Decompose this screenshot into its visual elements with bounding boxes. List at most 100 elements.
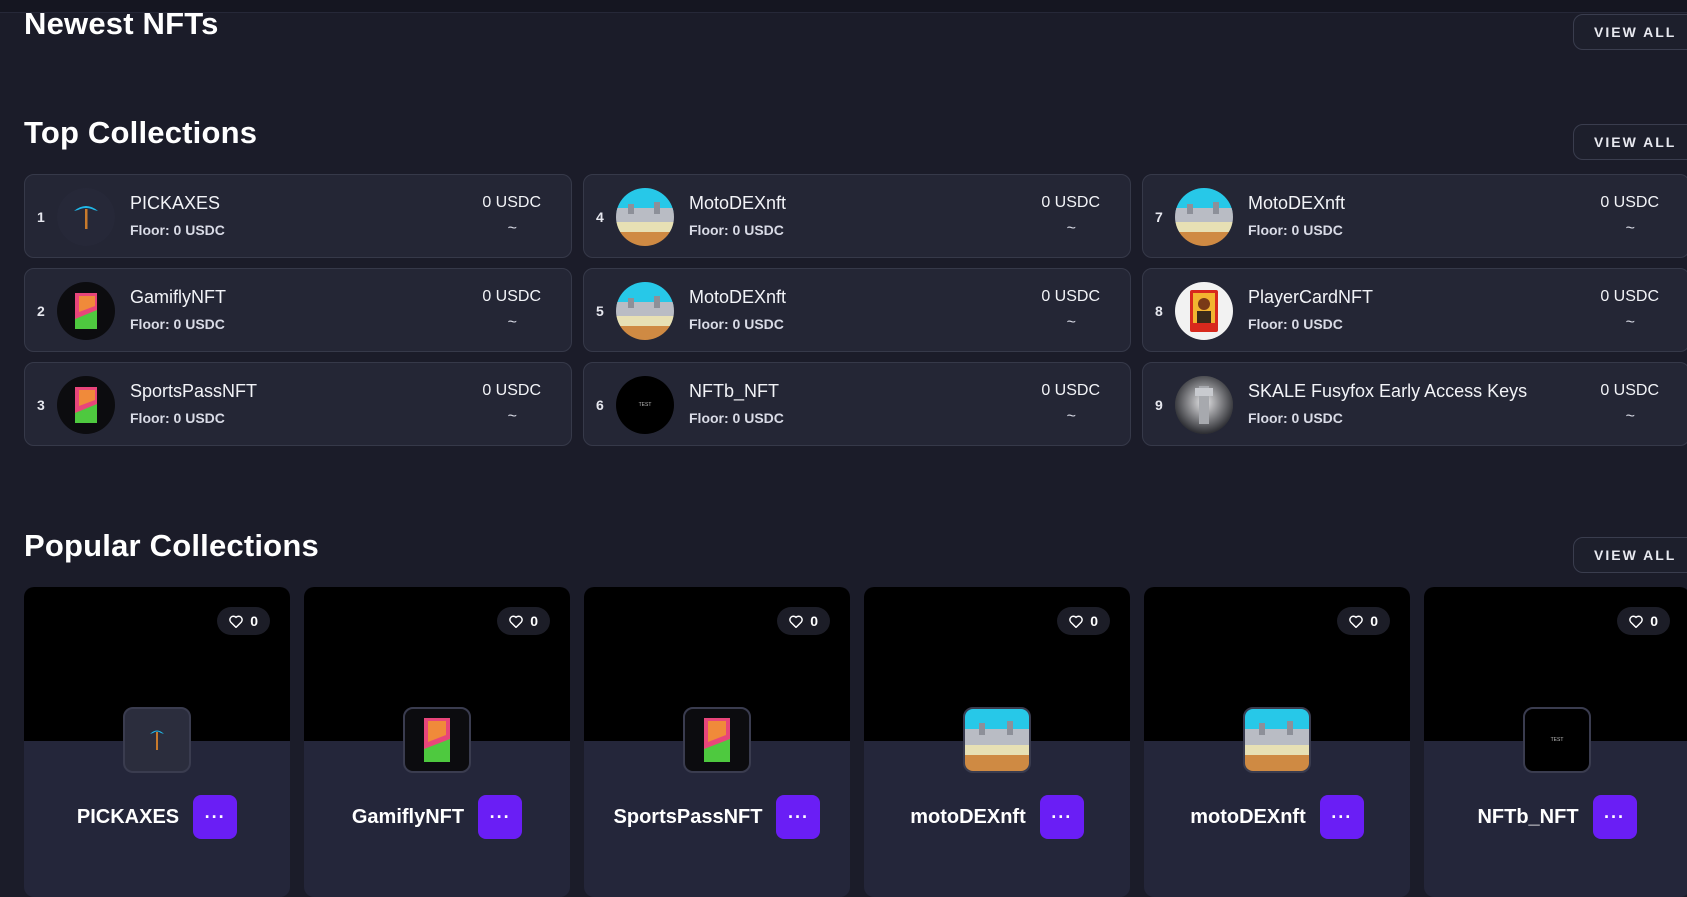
rank-number: 7 xyxy=(1155,209,1163,225)
like-count: 0 xyxy=(810,613,818,629)
change-value: ~ xyxy=(1625,220,1635,237)
view-all-popular-button[interactable]: VIEW ALL xyxy=(1573,537,1687,573)
popular-collection-card[interactable]: 0 PICKAXES ··· xyxy=(24,587,290,897)
volume-value: 0 USDC xyxy=(482,382,541,399)
like-button[interactable]: 0 xyxy=(1057,607,1110,635)
change-value: ~ xyxy=(1066,314,1076,331)
player-icon xyxy=(1175,282,1233,340)
pickaxe-icon xyxy=(123,707,191,773)
popular-collection-card[interactable]: 0 motoDEXnft ··· xyxy=(864,587,1130,897)
rank-number: 3 xyxy=(37,397,45,413)
like-button[interactable]: 0 xyxy=(1617,607,1670,635)
rank-number: 8 xyxy=(1155,303,1163,319)
collection-name: MotoDEXnft xyxy=(689,193,787,213)
arena-icon xyxy=(1175,188,1233,246)
popular-collections-title: Popular Collections xyxy=(24,528,319,563)
pickaxe-icon xyxy=(57,188,115,246)
collection-name: MotoDEXnft xyxy=(1248,193,1346,213)
change-value: ~ xyxy=(1625,314,1635,331)
floor-price: Floor: 0 USDC xyxy=(1248,410,1343,426)
like-button[interactable]: 0 xyxy=(1337,607,1390,635)
collection-name: NFTb_NFT xyxy=(689,381,779,401)
like-count: 0 xyxy=(530,613,538,629)
view-all-top-button[interactable]: VIEW ALL xyxy=(1573,124,1687,160)
like-count: 0 xyxy=(1090,613,1098,629)
top-collection-card[interactable]: 8 PlayerCardNFT Floor: 0 USDC 0 USDC ~ xyxy=(1142,268,1687,352)
floor-price: Floor: 0 USDC xyxy=(689,222,784,238)
collection-name: SKALE Fusyfox Early Access Keys xyxy=(1248,381,1528,401)
top-collection-card[interactable]: 3 SportsPassNFT Floor: 0 USDC 0 USDC ~ xyxy=(24,362,572,446)
collection-name: MotoDEXnft xyxy=(689,287,787,307)
arena-icon xyxy=(963,707,1031,773)
more-options-button[interactable]: ··· xyxy=(1592,795,1637,839)
like-count: 0 xyxy=(250,613,258,629)
collection-name: GamiflyNFT xyxy=(351,805,465,828)
volume-value: 0 USDC xyxy=(1600,194,1659,211)
more-options-button[interactable]: ··· xyxy=(1039,795,1084,839)
heart-icon xyxy=(1629,615,1644,628)
more-options-button[interactable]: ··· xyxy=(193,795,238,839)
card-icon xyxy=(683,707,751,773)
collection-name: PICKAXES xyxy=(130,193,221,213)
test-icon: TEST xyxy=(1523,707,1591,773)
top-collection-card[interactable]: 5 MotoDEXnft Floor: 0 USDC 0 USDC ~ xyxy=(583,268,1131,352)
top-collection-card[interactable]: 9 SKALE Fusyfox Early Access Keys Floor:… xyxy=(1142,362,1687,446)
top-collection-card[interactable]: 4 MotoDEXnft Floor: 0 USDC 0 USDC ~ xyxy=(583,174,1131,258)
like-button[interactable]: 0 xyxy=(217,607,270,635)
like-count: 0 xyxy=(1370,613,1378,629)
view-all-newest-button[interactable]: VIEW ALL xyxy=(1573,14,1687,50)
card-icon xyxy=(57,376,115,434)
volume-value: 0 USDC xyxy=(1600,382,1659,399)
popular-collection-card[interactable]: 0 motoDEXnft ··· xyxy=(1144,587,1410,897)
floor-price: Floor: 0 USDC xyxy=(1248,316,1343,332)
more-options-button[interactable]: ··· xyxy=(1319,795,1364,839)
change-value: ~ xyxy=(1625,408,1635,425)
volume-value: 0 USDC xyxy=(1041,382,1100,399)
top-bar xyxy=(0,0,1687,13)
top-collection-card[interactable]: 1 PICKAXES Floor: 0 USDC 0 USDC ~ xyxy=(24,174,572,258)
rank-number: 1 xyxy=(37,209,45,225)
volume-value: 0 USDC xyxy=(1041,288,1100,305)
popular-collection-card[interactable]: 0 GamiflyNFT ··· xyxy=(304,587,570,897)
volume-value: 0 USDC xyxy=(482,194,541,211)
heart-icon xyxy=(1349,615,1364,628)
floor-price: Floor: 0 USDC xyxy=(689,410,784,426)
popular-collection-card[interactable]: 0 TEST NFTb_NFT ··· xyxy=(1424,587,1687,897)
popular-collection-card[interactable]: 0 SportsPassNFT ··· xyxy=(584,587,850,897)
like-count: 0 xyxy=(1650,613,1658,629)
more-options-button[interactable]: ··· xyxy=(776,795,821,839)
floor-price: Floor: 0 USDC xyxy=(689,316,784,332)
arena-icon xyxy=(616,188,674,246)
rank-number: 6 xyxy=(596,397,604,413)
rank-number: 5 xyxy=(596,303,604,319)
collection-name: motoDEXnft xyxy=(910,805,1026,828)
card-footer: PICKAXES ··· xyxy=(24,795,290,839)
key-icon xyxy=(1175,376,1233,434)
volume-value: 0 USDC xyxy=(482,288,541,305)
top-collection-card[interactable]: 7 MotoDEXnft Floor: 0 USDC 0 USDC ~ xyxy=(1142,174,1687,258)
card-footer: motoDEXnft ··· xyxy=(1144,795,1410,839)
like-button[interactable]: 0 xyxy=(777,607,830,635)
change-value: ~ xyxy=(507,220,517,237)
change-value: ~ xyxy=(1066,408,1076,425)
heart-icon xyxy=(1069,615,1084,628)
collection-name: SportsPassNFT xyxy=(613,805,763,828)
rank-number: 2 xyxy=(37,303,45,319)
change-value: ~ xyxy=(507,408,517,425)
collection-name: PlayerCardNFT xyxy=(1248,287,1374,307)
newest-nfts-title: Newest NFTs xyxy=(24,6,219,41)
top-collection-card[interactable]: 2 GamiflyNFT Floor: 0 USDC 0 USDC ~ xyxy=(24,268,572,352)
collection-name: GamiflyNFT xyxy=(130,287,226,307)
more-options-button[interactable]: ··· xyxy=(478,795,523,839)
top-collection-card[interactable]: 6 TEST NFTb_NFT Floor: 0 USDC 0 USDC ~ xyxy=(583,362,1131,446)
like-button[interactable]: 0 xyxy=(497,607,550,635)
test-label: TEST xyxy=(638,402,652,408)
heart-icon xyxy=(229,615,244,628)
rank-number: 9 xyxy=(1155,397,1163,413)
arena-icon xyxy=(1243,707,1311,773)
card-footer: motoDEXnft ··· xyxy=(864,795,1130,839)
floor-price: Floor: 0 USDC xyxy=(130,410,225,426)
arena-icon xyxy=(616,282,674,340)
volume-value: 0 USDC xyxy=(1041,194,1100,211)
test-icon: TEST xyxy=(616,376,674,434)
